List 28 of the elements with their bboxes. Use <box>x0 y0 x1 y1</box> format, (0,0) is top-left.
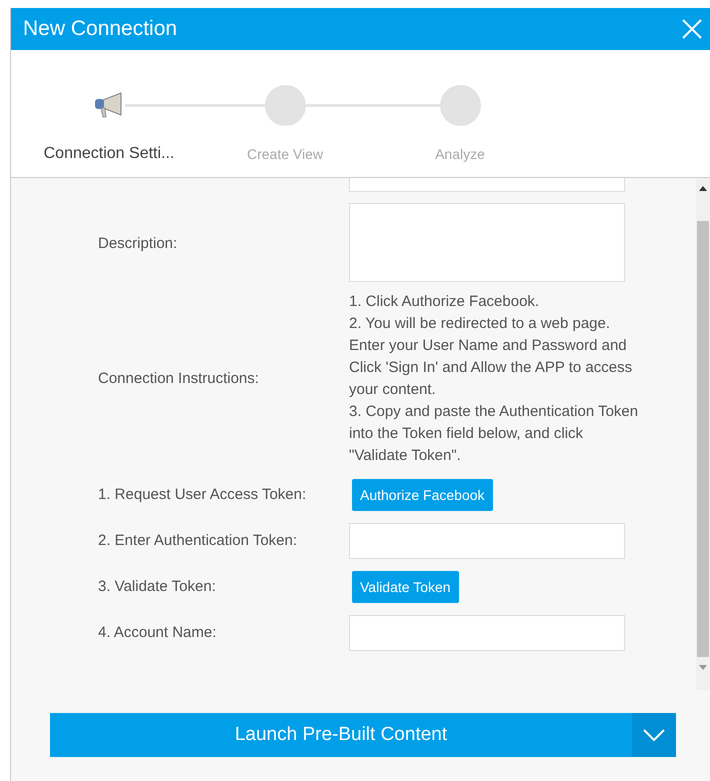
description-field[interactable] <box>349 203 625 282</box>
field-label: 2. Enter Authentication Token: <box>97 530 298 551</box>
instruction-text: 3. Copy and paste the Authentication Token into the Token field below, and click "Validate Token". <box>349 402 639 466</box>
field-label: Connection Instructions: <box>98 368 259 389</box>
field-label: 3. Validate Token: <box>97 576 217 597</box>
chevron-down-icon <box>643 729 665 741</box>
step-label[interactable]: Connection Setti... <box>44 142 174 166</box>
input-field[interactable] <box>349 615 625 651</box>
scrollbar-thumb[interactable] <box>697 221 709 657</box>
action-button[interactable]: Validate Token <box>352 571 459 603</box>
close-icon <box>682 19 702 39</box>
instruction-text: 1. Click Authorize Facebook. <box>349 292 540 312</box>
field-label: 1. Request User Access Token: <box>97 484 308 505</box>
scroll-up-icon <box>699 186 707 191</box>
close-button[interactable] <box>680 17 704 41</box>
input-field[interactable] <box>349 178 625 192</box>
action-button[interactable]: Authorize Facebook <box>352 479 493 511</box>
scrollbar[interactable] <box>696 178 710 690</box>
instruction-text: 2. You will be redirected to a web page. Enter your User Name and Password and Click 'Sign In' and Allow the APP to access your content. <box>349 314 634 400</box>
scroll-down-icon <box>699 665 707 670</box>
field-label: 4. Account Name: <box>97 622 218 643</box>
window-title: New Connection <box>23 16 178 42</box>
step-label[interactable]: Analyze <box>435 144 485 165</box>
launch-button[interactable]: Launch Pre-Built Content <box>50 713 632 757</box>
input-field[interactable] <box>349 523 625 559</box>
dropdown-button[interactable] <box>632 713 676 757</box>
field-label: Description: <box>97 234 178 254</box>
step-label[interactable]: Create View <box>246 144 323 165</box>
